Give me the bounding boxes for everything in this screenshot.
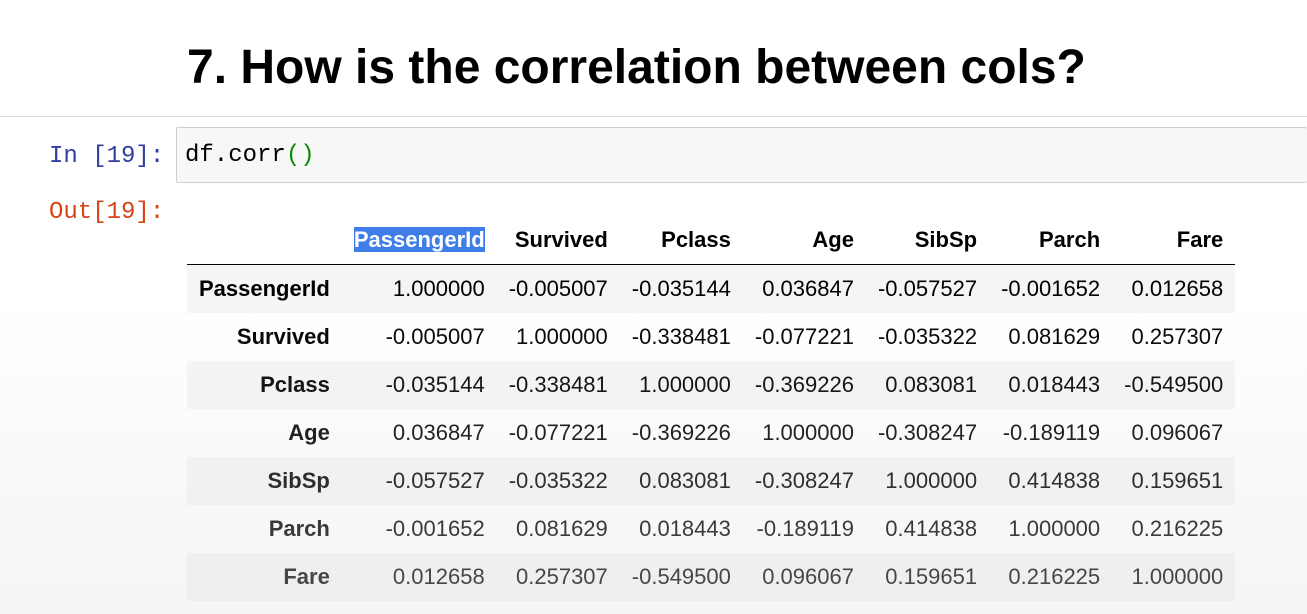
table-cell: 0.081629 (516, 516, 608, 541)
table-cell: -0.035144 (631, 276, 731, 301)
table-cell: -0.035322 (508, 468, 608, 493)
row-label: Parch (268, 516, 330, 541)
table-cell: -0.005007 (385, 324, 485, 349)
table-cell: 0.096067 (1131, 420, 1224, 445)
row-label: Age (288, 420, 330, 445)
table-cell: -0.001652 (1001, 276, 1101, 301)
table-cell: -0.189119 (1002, 420, 1101, 445)
table-cell: 0.159651 (885, 564, 978, 589)
code-line[interactable]: df.corr() (185, 141, 315, 171)
row-label: Fare (283, 564, 330, 589)
table-cell: -0.308247 (877, 420, 978, 445)
correlation-table: PassengerId Survived Pclass Age SibSp Pa… (187, 216, 1236, 601)
markdown-heading: 7. How is the correlation between cols? (187, 41, 1086, 94)
table-row: PassengerId 1.000000 -0.005007 -0.035144 0.0… (187, 264, 1236, 313)
column-header: Fare (1112, 216, 1236, 265)
input-prompt: In [19]: (49, 143, 165, 170)
table-cell: 0.414838 (1008, 468, 1101, 493)
table-cell: -0.549500 (1124, 372, 1224, 397)
table-cell: 0.018443 (639, 516, 731, 541)
table-cell: 0.216225 (1131, 516, 1224, 541)
table-cell: -0.077221 (508, 420, 608, 445)
column-header: Age (742, 216, 866, 265)
table-cell: -0.338481 (631, 324, 731, 349)
table-cell: 0.159651 (1131, 468, 1224, 493)
table-cell: -0.057527 (385, 468, 485, 493)
output-prompt: Out[19]: (49, 199, 165, 226)
column-header: Survived (496, 216, 620, 265)
table-cell: 0.083081 (639, 468, 731, 493)
table-cell: 0.012658 (1131, 276, 1224, 301)
table-row: Survived -0.005007 1.000000 -0.338481 -0.077… (187, 313, 1235, 361)
row-label: SibSp (267, 468, 330, 493)
table-cell: 0.257307 (1131, 324, 1224, 349)
table-cell: 0.036847 (762, 276, 854, 301)
table-row: Age 0.036847 -0.077221 -0.369226 1.000000 -0.… (187, 409, 1235, 457)
column-header: Pclass (619, 216, 743, 265)
table-cell: -0.308247 (754, 468, 854, 493)
column-header: Parch (989, 216, 1113, 265)
code-input-area[interactable]: df.corr() (176, 127, 1307, 183)
table-cell: 1.000000 (1131, 564, 1224, 589)
table-cell: -0.057527 (877, 276, 978, 301)
table-cell: 0.012658 (392, 564, 485, 589)
table-cell: 0.018443 (1008, 372, 1101, 397)
table-cell: 0.083081 (885, 372, 978, 397)
table-cell: -0.005007 (508, 276, 608, 301)
row-label: PassengerId (199, 276, 330, 301)
table-header-row: PassengerId Survived Pclass Age SibSp Pa… (187, 216, 1236, 265)
selected-text: PassengerId (353, 227, 485, 252)
row-label: Pclass (260, 372, 330, 397)
table-cell: -0.001652 (385, 516, 485, 541)
table-cell: -0.035322 (877, 324, 978, 349)
table-cell: -0.369226 (631, 420, 731, 445)
code-close-paren: ) (300, 142, 315, 169)
table-cell: 1.000000 (639, 372, 731, 397)
code-open-paren: ( (285, 142, 301, 169)
code-text: df.corr (185, 142, 286, 169)
table-row: SibSp -0.057527 -0.035322 0.083081 -0.308247… (187, 457, 1236, 505)
table-cell: 0.257307 (516, 564, 608, 589)
table-cell: 1.000000 (392, 276, 485, 301)
table-cell: 0.036847 (392, 420, 485, 445)
table-cell: 0.216225 (1008, 564, 1101, 589)
row-label: Survived (236, 324, 330, 349)
table-cell: 0.096067 (762, 564, 854, 589)
table-cell: 1.000000 (762, 420, 854, 445)
table-cell: -0.549500 (631, 564, 731, 589)
table-cell: 1.000000 (885, 468, 978, 493)
table-cell: 1.000000 (1008, 516, 1101, 541)
table-cell: 0.081629 (1008, 324, 1101, 349)
table-row: Fare 0.012658 0.257307 -0.549500 0.096067 0.1… (187, 553, 1236, 601)
table-row: Parch -0.001652 0.081629 0.018443 -0.189119 0… (187, 505, 1235, 553)
table-cell: -0.369226 (754, 372, 854, 397)
table-cell: -0.338481 (508, 372, 608, 397)
table-row: Pclass -0.035144 -0.338481 1.000000 -0.36922… (187, 361, 1236, 409)
cell-divider (0, 116, 1307, 117)
table-cell: 1.000000 (516, 324, 608, 349)
column-header: SibSp (865, 216, 990, 265)
table-corner (187, 216, 342, 265)
column-header: PassengerId (341, 216, 497, 265)
table-cell: -0.035144 (385, 372, 485, 397)
table-cell: 0.414838 (885, 516, 978, 541)
table-cell: -0.077221 (754, 324, 854, 349)
table-cell: -0.189119 (756, 516, 854, 541)
